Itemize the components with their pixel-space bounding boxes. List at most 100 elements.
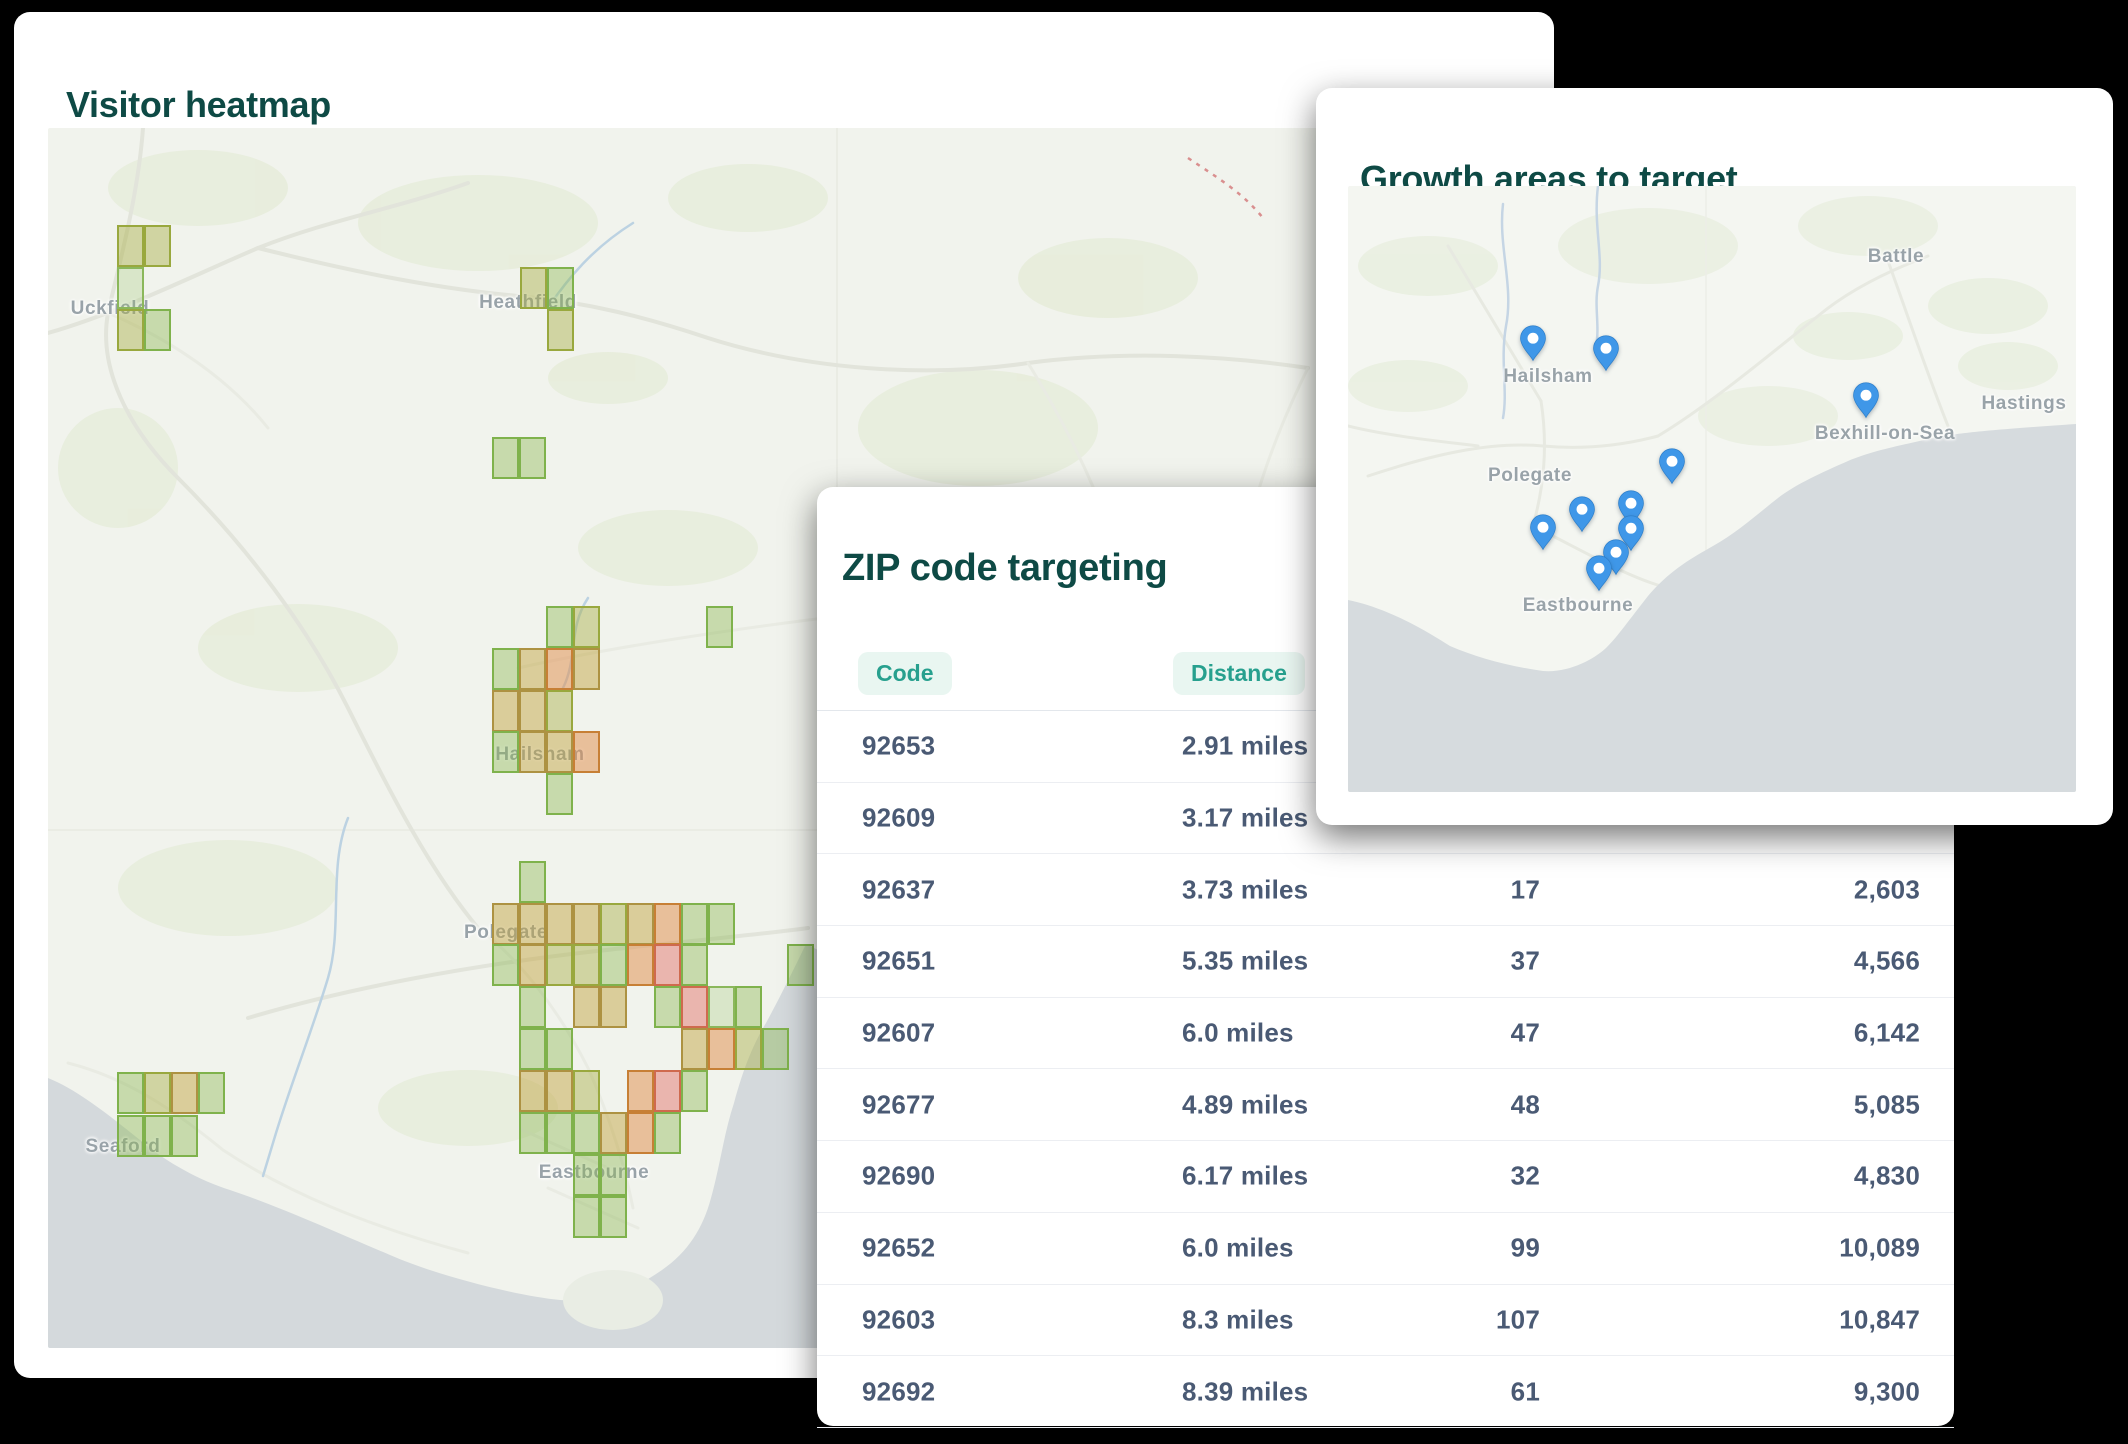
- heatmap-cell: [144, 225, 171, 267]
- zip-code-cell: 92653: [862, 731, 935, 762]
- heatmap-cell: [519, 1112, 546, 1154]
- total-cell: 4,566: [1854, 946, 1920, 977]
- heatmap-cell: [547, 267, 574, 309]
- heatmap-cell: [600, 1196, 627, 1238]
- heatmap-cell: [573, 986, 600, 1028]
- heatmap-cell: [144, 1072, 171, 1114]
- zip-code-cell: 92692: [862, 1376, 935, 1407]
- heatmap-cell: [654, 903, 681, 945]
- heatmap-cell: [546, 944, 573, 986]
- zip-code-cell: 92637: [862, 874, 935, 905]
- table-row: 926515.35 miles374,566: [817, 926, 1954, 998]
- heatmap-cell: [117, 309, 144, 351]
- table-row: 926526.0 miles9910,089: [817, 1213, 1954, 1285]
- distance-cell: 4.89 miles: [1182, 1089, 1308, 1120]
- map-pin-icon[interactable]: [1852, 382, 1881, 420]
- map-pin-icon[interactable]: [1568, 496, 1597, 534]
- table-row: 926076.0 miles476,142: [817, 998, 1954, 1070]
- heatmap-cell: [519, 944, 546, 986]
- heatmap-cell: [708, 903, 735, 945]
- heatmap-cell: [573, 1196, 600, 1238]
- heatmap-cell: [117, 225, 144, 267]
- total-cell: 10,089: [1839, 1233, 1920, 1264]
- heatmap-cell: [573, 944, 600, 986]
- map-pin-icon[interactable]: [1658, 448, 1687, 486]
- heatmap-cell: [681, 903, 708, 945]
- growth-map-label-hastings: Hastings: [1981, 393, 2066, 415]
- heatmap-cell: [627, 1070, 654, 1112]
- distance-cell: 8.3 miles: [1182, 1304, 1294, 1335]
- heatmap-cell: [708, 1028, 735, 1070]
- map-pin-icon[interactable]: [1592, 335, 1621, 373]
- heatmap-cell: [600, 1154, 627, 1196]
- heatmap-cell: [573, 903, 600, 945]
- heatmap-cell: [627, 903, 654, 945]
- growth-map-label-polegate: Polegate: [1488, 465, 1572, 487]
- zip-code-cell: 92651: [862, 946, 935, 977]
- map-pin-icon[interactable]: [1519, 325, 1548, 363]
- growth-areas-map[interactable]: BattleHailshamPolegateEastbourneBexhill-…: [1348, 186, 2076, 792]
- count-cell: 48: [1511, 1089, 1540, 1120]
- heatmap-cell: [546, 903, 573, 945]
- distance-cell: 8.39 miles: [1182, 1376, 1308, 1407]
- heatmap-cell: [762, 1028, 789, 1070]
- heatmap-cell: [546, 648, 573, 690]
- map-pin-icon[interactable]: [1529, 514, 1558, 552]
- heatmap-cell: [492, 648, 519, 690]
- column-header-distance[interactable]: Distance: [1173, 652, 1305, 695]
- heatmap-cell: [519, 437, 546, 479]
- distance-cell: 6.17 miles: [1182, 1161, 1308, 1192]
- count-cell: 61: [1511, 1376, 1540, 1407]
- heatmap-cell: [681, 944, 708, 986]
- zip-targeting-title: ZIP code targeting: [842, 547, 1167, 590]
- heatmap-cell: [546, 1070, 573, 1112]
- heatmap-cell: [600, 944, 627, 986]
- heatmap-cell: [708, 986, 735, 1028]
- count-cell: 99: [1511, 1233, 1540, 1264]
- total-cell: 4,830: [1854, 1161, 1920, 1192]
- sea-growth: [1348, 424, 2076, 792]
- table-row: 926906.17 miles324,830: [817, 1141, 1954, 1213]
- heatmap-cell: [144, 1115, 171, 1157]
- growth-map-label-eastbourne: Eastbourne: [1523, 595, 1634, 617]
- heatmap-cell: [519, 731, 546, 773]
- count-cell: 47: [1511, 1018, 1540, 1049]
- heatmap-cell: [735, 1028, 762, 1070]
- heatmap-cell: [600, 986, 627, 1028]
- heatmap-cell: [492, 437, 519, 479]
- heatmap-cell: [492, 690, 519, 732]
- heatmap-cell: [492, 731, 519, 773]
- heatmap-cell: [117, 267, 144, 309]
- growth-areas-card: Growth areas to target: [1316, 88, 2113, 825]
- table-row: 926774.89 miles485,085: [817, 1069, 1954, 1141]
- distance-cell: 3.73 miles: [1182, 874, 1308, 905]
- heatmap-cell: [519, 861, 546, 903]
- heatmap-cell: [519, 690, 546, 732]
- distance-cell: 2.91 miles: [1182, 731, 1308, 762]
- map-pin-icon[interactable]: [1585, 555, 1614, 593]
- heatmap-cell: [519, 1028, 546, 1070]
- table-row: 926928.39 miles619,300: [817, 1356, 1954, 1428]
- distance-cell: 6.0 miles: [1182, 1018, 1294, 1049]
- heatmap-cell: [546, 606, 573, 648]
- heatmap-cell: [546, 773, 573, 815]
- heatmap-cell: [519, 648, 546, 690]
- heatmap-cell: [600, 903, 627, 945]
- heatmap-cell: [654, 986, 681, 1028]
- heatmap-cell: [681, 1070, 708, 1112]
- growth-map-label-battle: Battle: [1868, 246, 1924, 268]
- heatmap-cell: [573, 731, 600, 773]
- heatmap-cell: [519, 903, 546, 945]
- column-header-code[interactable]: Code: [858, 652, 952, 695]
- count-cell: 32: [1511, 1161, 1540, 1192]
- visitor-heatmap-title: Visitor heatmap: [66, 84, 331, 126]
- count-cell: 107: [1496, 1304, 1540, 1335]
- heatmap-cell: [546, 690, 573, 732]
- dashboard: Visitor heatmap: [0, 0, 2128, 1444]
- total-cell: 5,085: [1854, 1089, 1920, 1120]
- heatmap-cell: [681, 986, 708, 1028]
- growth-map-label-hailsham: Hailsham: [1503, 366, 1592, 388]
- table-row: 926038.3 miles10710,847: [817, 1285, 1954, 1357]
- zip-code-cell: 92603: [862, 1304, 935, 1335]
- heatmap-cell: [706, 606, 733, 648]
